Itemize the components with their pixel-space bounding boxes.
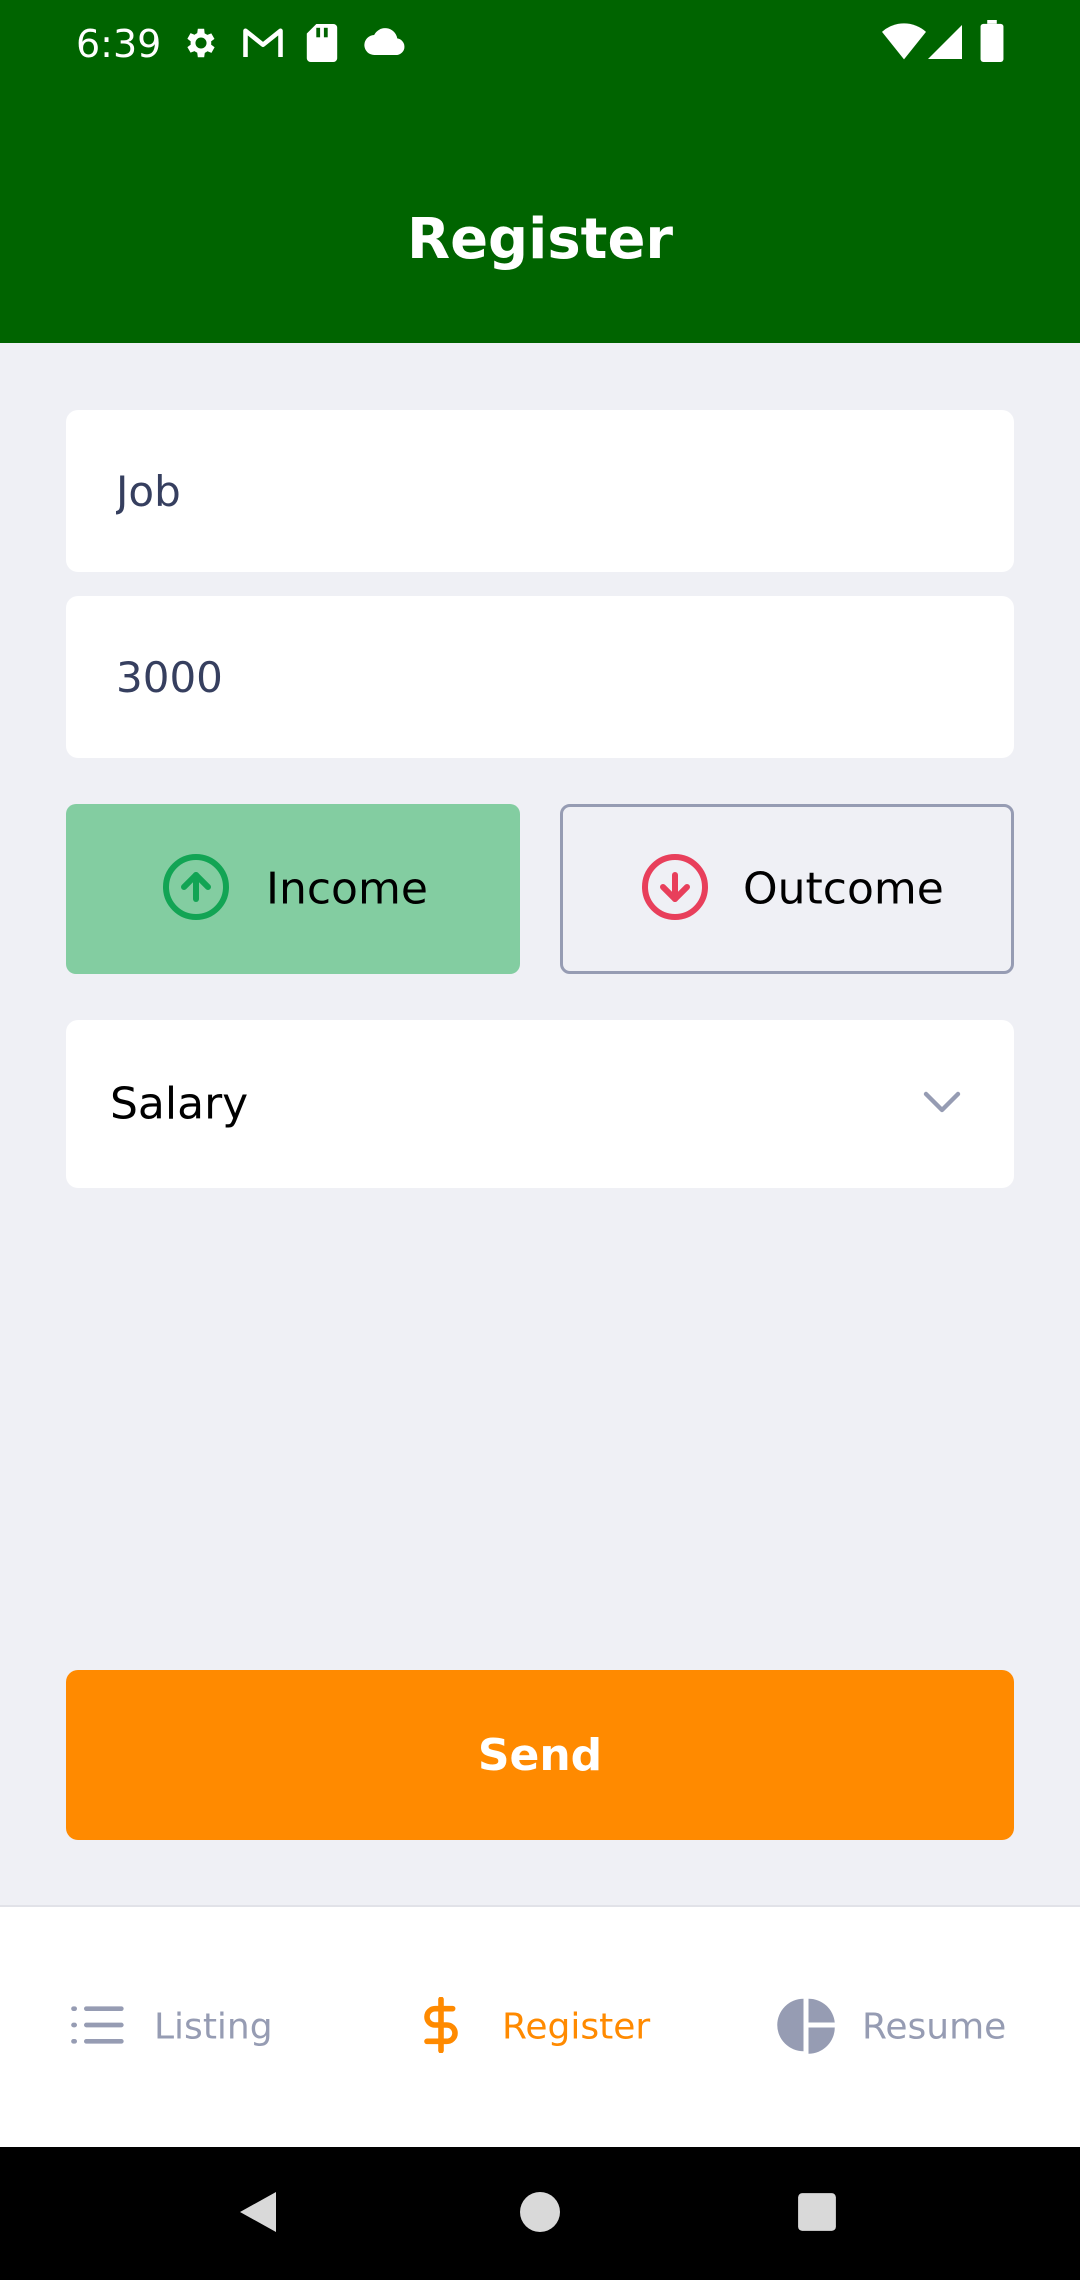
chevron-down-icon bbox=[922, 1090, 962, 1118]
status-bar: 6:39 bbox=[0, 0, 1080, 88]
income-type-button[interactable]: Income bbox=[66, 804, 520, 974]
outcome-label: Outcome bbox=[743, 863, 944, 915]
back-icon[interactable] bbox=[236, 2188, 280, 2240]
tab-resume[interactable]: Resume bbox=[776, 1907, 1036, 2147]
tab-listing[interactable]: Listing bbox=[70, 1907, 370, 2147]
status-time: 6:39 bbox=[76, 22, 162, 66]
tab-listing-label: Listing bbox=[154, 2006, 273, 2048]
wifi-icon bbox=[882, 22, 926, 64]
amount-field-container bbox=[66, 596, 1014, 758]
arrow-down-circle-icon bbox=[639, 851, 711, 927]
outcome-type-button[interactable]: Outcome bbox=[560, 804, 1014, 974]
page-title: Register bbox=[406, 207, 674, 272]
tab-register-label: Register bbox=[502, 2006, 651, 2048]
category-select[interactable]: Salary bbox=[66, 1020, 1014, 1188]
category-value: Salary bbox=[110, 1078, 249, 1130]
app-header: 6:39 Register bbox=[0, 0, 1080, 343]
amount-input[interactable] bbox=[66, 596, 1014, 758]
tab-register[interactable]: Register bbox=[420, 1907, 700, 2147]
gmail-icon bbox=[242, 24, 284, 66]
list-icon bbox=[70, 2001, 126, 2053]
battery-icon bbox=[980, 20, 1004, 66]
home-icon[interactable] bbox=[518, 2190, 562, 2238]
recents-icon[interactable] bbox=[796, 2191, 838, 2237]
income-label: Income bbox=[266, 863, 428, 915]
register-screen: 6:39 Register Job 3000 Income Outcome Sa… bbox=[0, 0, 1080, 2280]
name-field-container bbox=[66, 410, 1014, 572]
bottom-tab-bar: Listing Register Resume bbox=[0, 1905, 1080, 2147]
pie-chart-icon bbox=[776, 1995, 836, 2059]
sd-card-icon bbox=[306, 24, 338, 66]
android-nav-bar bbox=[0, 2147, 1080, 2280]
cloud-icon bbox=[364, 24, 406, 62]
name-input[interactable] bbox=[66, 410, 1014, 572]
send-button[interactable]: Send bbox=[66, 1670, 1014, 1840]
arrow-up-circle-icon bbox=[160, 851, 232, 927]
dollar-sign-icon bbox=[420, 1996, 462, 2057]
gear-icon bbox=[182, 24, 220, 66]
tab-resume-label: Resume bbox=[862, 2006, 1007, 2048]
cell-signal-icon bbox=[928, 24, 962, 64]
